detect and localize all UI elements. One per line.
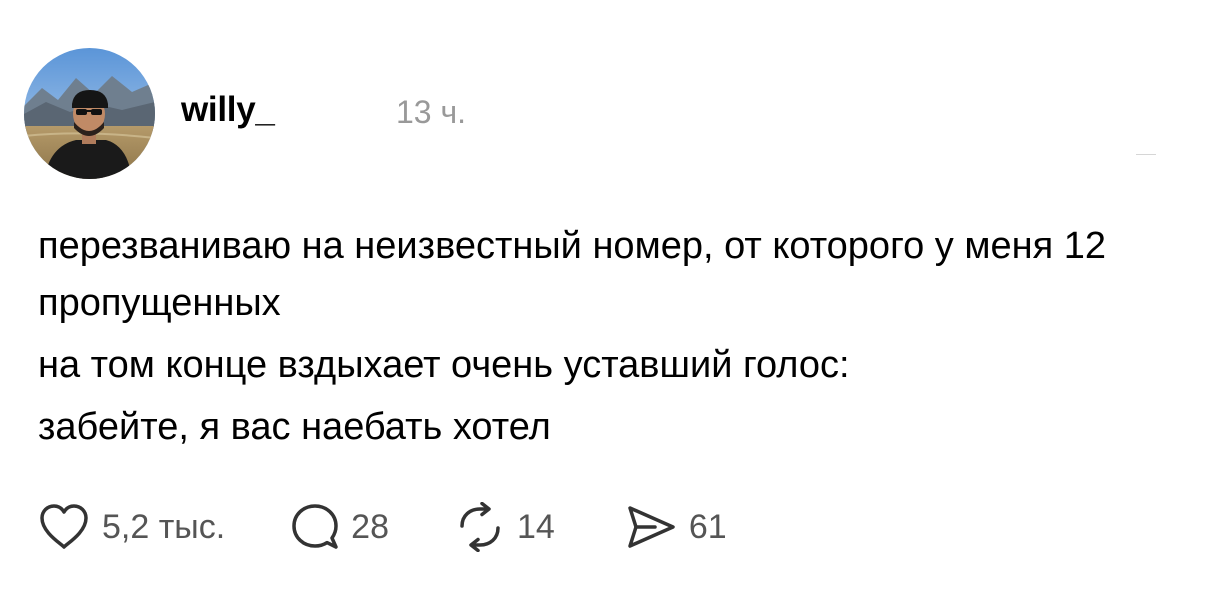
comment-count: 28 <box>351 507 389 546</box>
send-icon <box>628 506 675 548</box>
repost-count: 14 <box>517 507 555 546</box>
avatar[interactable] <box>24 48 155 179</box>
divider <box>1136 154 1156 155</box>
comment-bubble-icon <box>292 504 338 549</box>
post-paragraph: забейте, я вас наебать хотел <box>38 406 551 448</box>
repost-icon <box>460 502 500 552</box>
avatar-photo <box>24 48 155 179</box>
author-username[interactable]: willy_ <box>181 90 275 130</box>
post-paragraph: перезваниваю на неизвестный номер, от ко… <box>38 225 1106 324</box>
heart-icon <box>40 504 88 549</box>
comment-button[interactable]: 28 <box>291 503 389 551</box>
share-button[interactable]: 61 <box>625 503 727 551</box>
repost-button[interactable]: 14 <box>455 502 555 552</box>
share-count: 61 <box>688 507 727 546</box>
post-timestamp: 13 ч. <box>396 94 467 130</box>
post-paragraph: на том конце вздыхает очень уставший гол… <box>38 344 850 386</box>
action-bar: 5,2 тыс. 28 14 61 <box>38 500 727 554</box>
like-count: 5,2 тыс. <box>102 507 226 546</box>
like-button[interactable]: 5,2 тыс. <box>38 503 225 551</box>
thread-post: willy_ 13 ч. перезваниваю на неизвестный… <box>0 0 1206 592</box>
post-text: перезваниваю на неизвестный номер, от ко… <box>38 218 1178 456</box>
